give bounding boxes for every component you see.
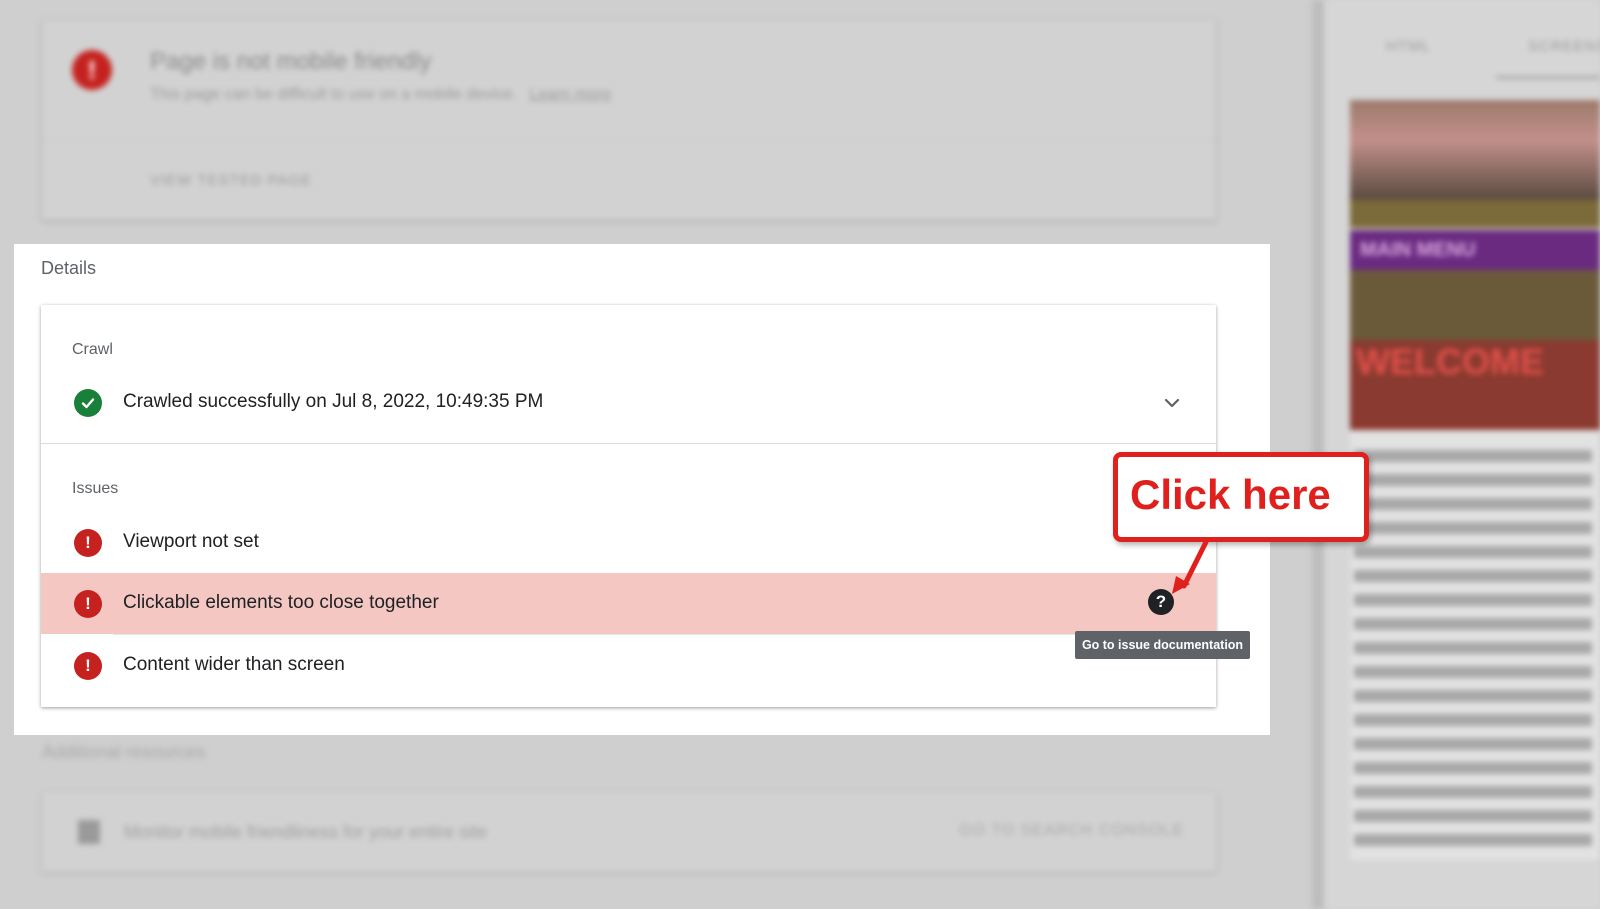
issue-documentation-tooltip: Go to issue documentation: [1075, 631, 1250, 659]
error-icon: !: [72, 50, 112, 90]
tab-screenshot[interactable]: SCREENSHOT: [1528, 38, 1600, 55]
issue-row[interactable]: ! Content wider than screen: [41, 635, 1216, 696]
go-to-search-console-button[interactable]: GO TO SEARCH CONSOLE: [959, 822, 1184, 840]
error-icon: !: [74, 652, 102, 680]
error-icon: !: [74, 590, 102, 618]
crawl-status-row[interactable]: Crawled successfully on Jul 8, 2022, 10:…: [41, 372, 1216, 433]
tab-html[interactable]: HTML: [1386, 38, 1431, 55]
preview-hero-image: [1350, 100, 1600, 200]
test-result-card: ! Page is not mobile friendly This page …: [42, 20, 1216, 220]
crawl-label: Crawl: [72, 341, 113, 358]
chevron-down-icon[interactable]: [1161, 392, 1183, 414]
issue-text: Viewport not set: [123, 531, 259, 552]
result-subtitle: This page can be difficult to use on a m…: [150, 86, 611, 104]
details-title: Details: [41, 258, 97, 278]
preview-text-lines: [1350, 450, 1600, 858]
view-tested-page-button[interactable]: VIEW TESTED PAGE: [150, 172, 312, 189]
search-console-icon: [78, 820, 100, 844]
active-tab-indicator: [1496, 76, 1600, 79]
learn-more-link[interactable]: Learn more: [530, 86, 612, 103]
page-screenshot-preview: MAIN MENU WELCOME: [1350, 100, 1600, 860]
details-card: Crawl Crawled successfully on Jul 8, 202…: [41, 305, 1216, 707]
additional-resources-title: Additional resources: [42, 742, 206, 762]
error-icon: !: [74, 529, 102, 557]
crawl-status-text: Crawled successfully on Jul 8, 2022, 10:…: [123, 391, 544, 412]
preview-bar: [1350, 200, 1600, 228]
annotation-arrow-icon: [1172, 540, 1209, 594]
preview-menu: MAIN MENU: [1350, 230, 1600, 270]
issues-label: Issues: [72, 480, 119, 497]
monitor-text: Monitor mobile friendliness for your ent…: [124, 822, 488, 842]
divider: [42, 140, 1216, 141]
issue-row[interactable]: ! Viewport not set: [41, 512, 1216, 573]
section-divider: [41, 443, 1216, 444]
result-subtitle-text: This page can be difficult to use on a m…: [150, 86, 518, 103]
issue-text: Content wider than screen: [123, 654, 345, 675]
callout-text: Click here: [1130, 471, 1331, 518]
additional-resources-card: Monitor mobile friendliness for your ent…: [42, 792, 1216, 872]
issue-text: Clickable elements too close together: [123, 592, 439, 613]
issue-row-highlighted[interactable]: ! Clickable elements too close together …: [41, 573, 1216, 634]
result-title: Page is not mobile friendly: [150, 48, 432, 75]
side-tabs: HTML SCREENSHOT: [1324, 28, 1600, 79]
check-circle-icon: [74, 389, 102, 417]
annotation-callout: Click here: [1113, 452, 1369, 542]
preview-band: [1350, 270, 1600, 340]
preview-welcome: WELCOME: [1350, 340, 1600, 430]
details-panel: Details Crawl Crawled successfully on Ju…: [14, 244, 1270, 735]
